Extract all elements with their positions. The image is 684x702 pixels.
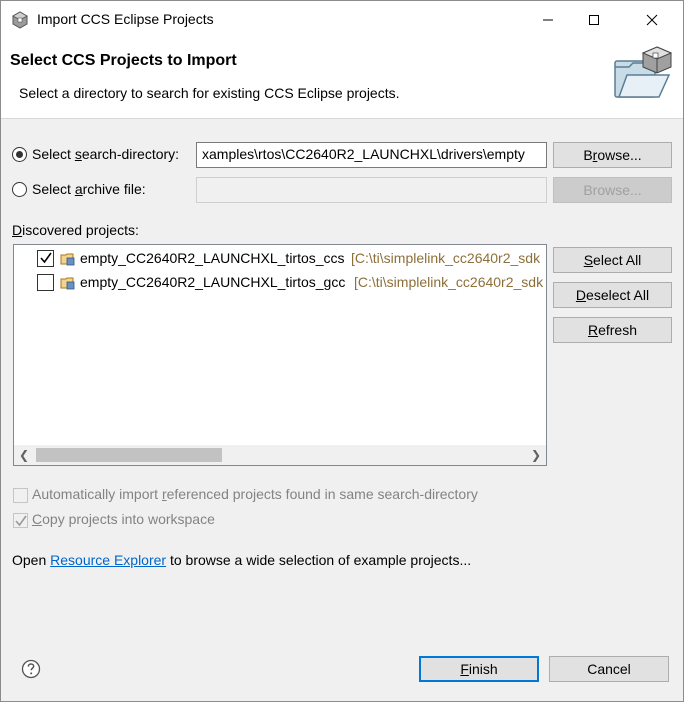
cancel-button[interactable]: Cancel [549, 656, 669, 682]
discovered-projects-list[interactable]: empty_CC2640R2_LAUNCHXL_tirtos_ccs [C:\t… [13, 244, 547, 466]
project-path: [C:\ti\simplelink_cc2640r2_sdk [351, 250, 541, 266]
wizard-header: Select CCS Projects to Import Select a d… [1, 39, 683, 119]
page-title: Select CCS Projects to Import [10, 52, 237, 69]
minimize-button[interactable] [525, 1, 571, 39]
project-path: [C:\ti\simplelink_cc2640r2_sdk [354, 274, 544, 290]
chevron-left-icon: ❮ [18, 448, 30, 462]
list-item[interactable]: empty_CC2640R2_LAUNCHXL_tirtos_ccs [C:\t… [14, 247, 546, 271]
discovered-projects-label: Discovered projects: [12, 222, 139, 238]
check-icon [15, 515, 27, 527]
select-all-button[interactable]: Select All [553, 247, 672, 273]
close-button[interactable] [629, 1, 675, 39]
check-icon [40, 252, 52, 264]
archive-file-label: Select archive file: [32, 181, 146, 197]
refresh-button[interactable]: Refresh [553, 317, 672, 343]
resource-explorer-text: Open Resource Explorer to browse a wide … [12, 552, 472, 568]
maximize-icon [589, 15, 599, 25]
chevron-right-icon: ❯ [530, 448, 542, 462]
project-checkbox[interactable] [37, 274, 54, 291]
scrollbar-thumb[interactable] [36, 448, 222, 462]
search-directory-radio[interactable] [12, 147, 27, 162]
import-folder-icon [614, 46, 673, 98]
ccs-project-icon [60, 277, 75, 290]
finish-button[interactable]: Finish [419, 656, 539, 682]
archive-file-radio[interactable] [12, 182, 27, 197]
ccs-project-icon [60, 253, 75, 266]
import-dialog: Import CCS Eclipse Projects Select CCS P… [0, 0, 684, 702]
eclipse-gear-icon [12, 11, 28, 29]
scroll-left-button[interactable]: ❮ [14, 445, 34, 465]
copy-projects-checkbox[interactable] [13, 513, 28, 528]
auto-import-checkbox[interactable] [13, 488, 28, 503]
deselect-all-button[interactable]: Deselect All [553, 282, 672, 308]
maximize-button[interactable] [571, 1, 617, 39]
minimize-icon [543, 19, 553, 21]
title-bar[interactable]: Import CCS Eclipse Projects [1, 1, 683, 39]
project-name: empty_CC2640R2_LAUNCHXL_tirtos_gcc [80, 274, 346, 290]
browse-archive-button[interactable]: Browse... [553, 177, 672, 203]
auto-import-label: Automatically import referenced projects… [32, 486, 478, 502]
archive-file-input[interactable] [196, 177, 547, 203]
page-subtitle: Select a directory to search for existin… [19, 85, 400, 101]
project-checkbox[interactable] [37, 250, 54, 267]
browse-directory-button[interactable]: Browse... [553, 142, 672, 168]
copy-projects-label: Copy projects into workspace [32, 511, 215, 527]
resource-explorer-link[interactable]: Resource Explorer [50, 552, 166, 568]
search-directory-input[interactable]: xamples\rtos\CC2640R2_LAUNCHXL\drivers\e… [196, 142, 547, 168]
list-item[interactable]: empty_CC2640R2_LAUNCHXL_tirtos_gcc [C:\t… [14, 271, 546, 295]
window-title: Import CCS Eclipse Projects [37, 11, 214, 27]
project-name: empty_CC2640R2_LAUNCHXL_tirtos_ccs [80, 250, 345, 266]
search-directory-label: Select search-directory: [32, 146, 180, 162]
scroll-right-button[interactable]: ❯ [526, 445, 546, 465]
horizontal-scrollbar[interactable]: ❮ ❯ [14, 445, 546, 465]
help-icon[interactable] [21, 659, 41, 679]
close-icon [646, 14, 658, 26]
